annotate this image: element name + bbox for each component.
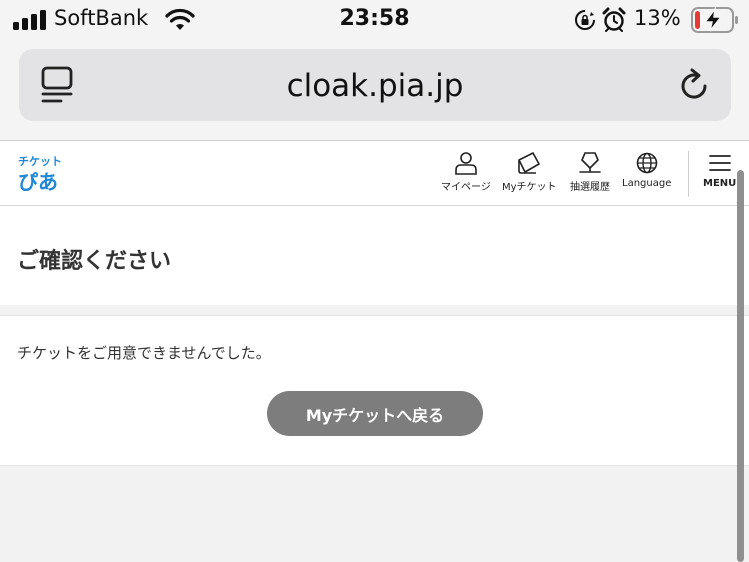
nav-lottery-label: 抽選履歴 bbox=[570, 182, 610, 193]
browser-toolbar: cloak.pia.jp bbox=[0, 42, 749, 140]
lottery-icon bbox=[579, 152, 601, 173]
nav-language-label: Language bbox=[622, 178, 672, 189]
site-header: チケット ぴあ マイページ Myチケット 抽選履歴 Language MENU bbox=[0, 140, 749, 206]
nav-mypage[interactable]: マイページ bbox=[441, 151, 491, 193]
battery-percent: 13% bbox=[634, 6, 681, 30]
ticket-icon bbox=[518, 152, 541, 174]
menu-button[interactable]: MENU bbox=[703, 151, 736, 189]
url-text[interactable]: cloak.pia.jp bbox=[19, 68, 731, 104]
svg-text:ぴあ: ぴあ bbox=[18, 170, 58, 194]
back-to-myticket-button[interactable]: Myチケットへ戻る bbox=[267, 391, 483, 436]
address-bar[interactable]: cloak.pia.jp bbox=[19, 49, 731, 121]
battery-charging-icon bbox=[691, 7, 738, 33]
error-message: チケットをご用意できませんでした。 bbox=[17, 344, 271, 362]
nav-lottery-history[interactable]: 抽選履歴 bbox=[570, 151, 610, 193]
svg-text:チケット: チケット bbox=[18, 155, 62, 168]
scrollbar[interactable] bbox=[737, 170, 744, 562]
page-title: ご確認ください bbox=[17, 249, 172, 274]
orientation-lock-icon bbox=[575, 10, 595, 30]
nav-myticket-label: Myチケット bbox=[502, 182, 557, 193]
status-bar: SoftBank 23:58 13% bbox=[0, 0, 749, 42]
header-divider bbox=[688, 151, 689, 197]
user-icon bbox=[455, 152, 477, 175]
menu-label: MENU bbox=[703, 178, 737, 189]
nav-mypage-label: マイページ bbox=[441, 182, 491, 193]
nav-myticket[interactable]: Myチケット bbox=[502, 151, 557, 193]
hamburger-menu-icon bbox=[708, 155, 731, 171]
message-section: チケットをご用意できませんでした。 Myチケットへ戻る bbox=[0, 315, 749, 466]
globe-icon bbox=[636, 152, 657, 174]
ticket-pia-logo[interactable]: チケット ぴあ bbox=[18, 151, 66, 195]
reload-icon[interactable] bbox=[675, 67, 713, 105]
nav-language[interactable]: Language bbox=[622, 151, 671, 189]
alarm-icon bbox=[602, 7, 626, 32]
title-section: ご確認ください bbox=[0, 206, 749, 305]
